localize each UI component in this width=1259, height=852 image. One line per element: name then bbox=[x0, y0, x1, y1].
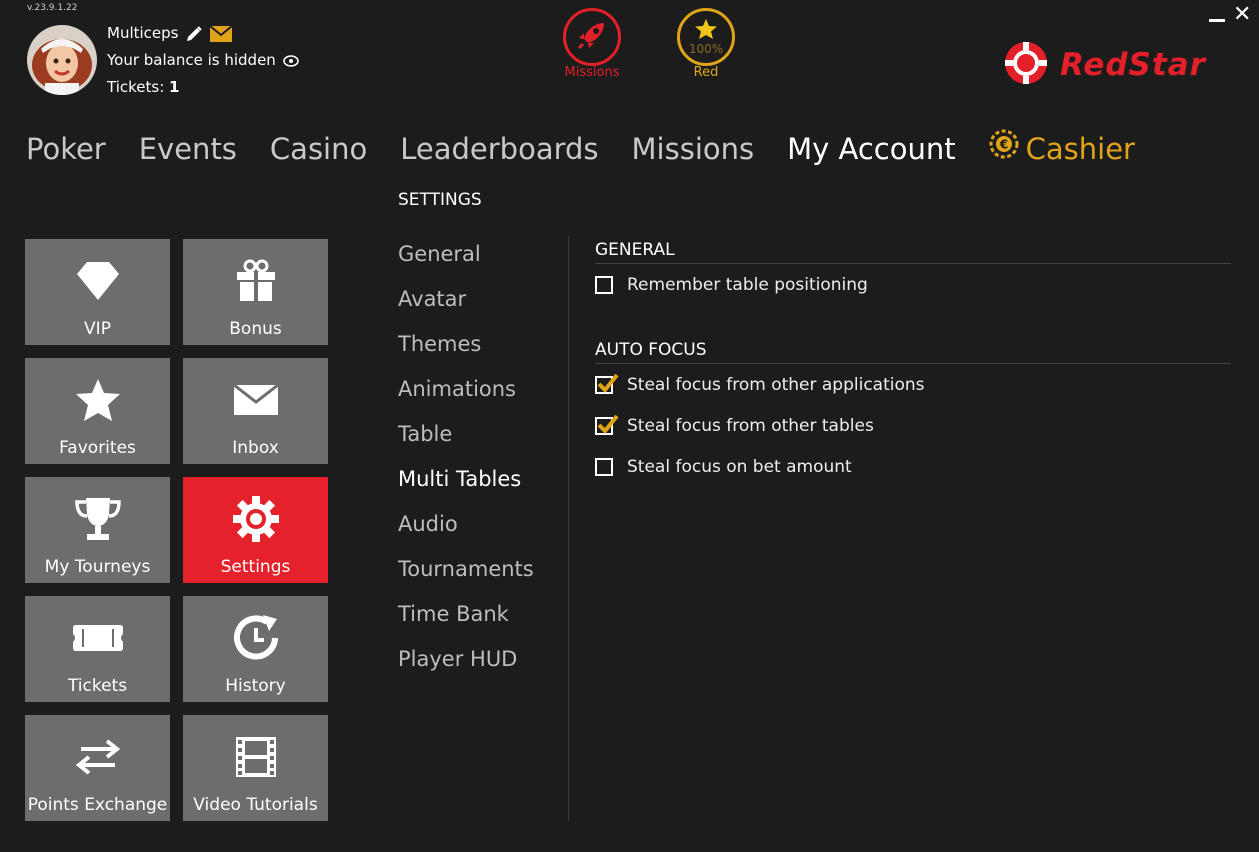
exchange-icon bbox=[25, 733, 170, 781]
tile-label: My Tourneys bbox=[44, 557, 151, 577]
tile-inbox[interactable]: Inbox bbox=[183, 358, 328, 464]
brand-name: RedStar bbox=[1060, 47, 1206, 83]
tickets-label: Tickets: bbox=[107, 78, 165, 96]
missions-badge[interactable]: Missions bbox=[560, 8, 624, 80]
settings-title: SETTINGS bbox=[398, 190, 482, 210]
tile-favorites[interactable]: Favorites bbox=[25, 358, 170, 464]
star-icon bbox=[25, 376, 170, 424]
version-label: v.23.9.1.22 bbox=[27, 3, 78, 13]
tile-bonus[interactable]: Bonus bbox=[183, 239, 328, 345]
username: Multiceps bbox=[107, 24, 179, 42]
tile-label: Inbox bbox=[232, 438, 279, 458]
tile-video-tutorials[interactable]: Video Tutorials bbox=[183, 715, 328, 821]
star-icon bbox=[694, 18, 718, 44]
option-label: Steal focus on bet amount bbox=[627, 456, 852, 477]
checkmark-icon bbox=[597, 414, 619, 434]
eye-icon[interactable] bbox=[283, 54, 299, 67]
option-steal-focus-other-tables[interactable]: Steal focus from other tables bbox=[595, 405, 1231, 446]
svg-text:€: € bbox=[998, 138, 1007, 152]
edit-pencil-icon[interactable] bbox=[185, 25, 203, 43]
red-progress: 100% bbox=[688, 42, 724, 56]
settings-menu-player-hud[interactable]: Player HUD bbox=[398, 641, 534, 686]
gear-icon bbox=[183, 495, 328, 543]
nav-my-account[interactable]: My Account bbox=[787, 129, 956, 169]
tile-history[interactable]: History bbox=[183, 596, 328, 702]
cashier-label: Cashier bbox=[1025, 132, 1135, 166]
option-steal-focus-other-applications[interactable]: Steal focus from other applications bbox=[595, 364, 1231, 405]
red-level-badge[interactable]: 100% Red bbox=[674, 8, 738, 80]
envelope-icon bbox=[183, 376, 328, 424]
nav-leaderboards[interactable]: Leaderboards bbox=[400, 129, 598, 169]
settings-menu-table[interactable]: Table bbox=[398, 416, 534, 461]
section-heading-general: GENERAL bbox=[595, 240, 1231, 264]
tile-points-exchange[interactable]: Points Exchange bbox=[25, 715, 170, 821]
vertical-divider bbox=[568, 236, 569, 821]
tile-settings[interactable]: Settings bbox=[183, 477, 328, 583]
settings-panel: GENERAL Remember table positioning AUTO … bbox=[595, 240, 1231, 487]
main-nav: Poker Events Casino Leaderboards Mission… bbox=[26, 129, 1168, 169]
tile-label: Bonus bbox=[229, 319, 282, 339]
nav-events[interactable]: Events bbox=[139, 129, 237, 169]
option-steal-focus-bet-amount[interactable]: Steal focus on bet amount bbox=[595, 446, 1231, 487]
checkbox-unchecked[interactable] bbox=[595, 275, 613, 294]
checkbox-checked[interactable] bbox=[595, 373, 619, 394]
minimize-button[interactable] bbox=[1208, 4, 1226, 26]
history-icon bbox=[183, 614, 328, 662]
ticket-icon bbox=[25, 614, 170, 662]
settings-menu-themes[interactable]: Themes bbox=[398, 326, 534, 371]
settings-menu-time-bank[interactable]: Time Bank bbox=[398, 596, 534, 641]
tile-my-tourneys[interactable]: My Tourneys bbox=[25, 477, 170, 583]
tile-label: VIP bbox=[84, 319, 111, 339]
mail-icon[interactable] bbox=[210, 25, 233, 42]
section-heading-auto-focus: AUTO FOCUS bbox=[595, 340, 1231, 364]
brand-logo: RedStar bbox=[1000, 40, 1206, 90]
checkbox-unchecked[interactable] bbox=[595, 457, 613, 476]
nav-poker[interactable]: Poker bbox=[26, 129, 106, 169]
option-label: Steal focus from other tables bbox=[627, 415, 874, 436]
option-remember-table-positioning[interactable]: Remember table positioning bbox=[595, 264, 1231, 305]
settings-menu-animations[interactable]: Animations bbox=[398, 371, 534, 416]
balance-text: Your balance is hidden bbox=[107, 51, 276, 69]
user-info: Multiceps Your balance is hidden Tickets… bbox=[107, 20, 299, 101]
option-label: Steal focus from other applications bbox=[627, 374, 925, 395]
avatar[interactable] bbox=[27, 25, 97, 95]
checkbox-checked[interactable] bbox=[595, 414, 619, 435]
film-icon bbox=[183, 733, 328, 781]
account-tiles: VIP Bonus Favorites Inbox My Tourneys Se… bbox=[25, 239, 328, 821]
settings-menu-tournaments[interactable]: Tournaments bbox=[398, 551, 534, 596]
close-button[interactable]: ✕ bbox=[1233, 4, 1251, 26]
euro-coin-icon: € bbox=[989, 129, 1019, 169]
settings-menu: General Avatar Themes Animations Table M… bbox=[398, 236, 534, 686]
option-label: Remember table positioning bbox=[627, 274, 868, 295]
tile-vip[interactable]: VIP bbox=[25, 239, 170, 345]
poker-chip-icon bbox=[1000, 40, 1052, 90]
settings-menu-multi-tables[interactable]: Multi Tables bbox=[398, 461, 534, 506]
nav-missions[interactable]: Missions bbox=[632, 129, 755, 169]
tile-label: Settings bbox=[220, 557, 291, 577]
tile-tickets[interactable]: Tickets bbox=[25, 596, 170, 702]
tile-label: Points Exchange bbox=[27, 795, 168, 815]
gift-icon bbox=[183, 257, 328, 305]
diamond-icon bbox=[25, 257, 170, 305]
tile-label: Video Tutorials bbox=[193, 795, 318, 815]
trophy-icon bbox=[25, 495, 170, 543]
tile-label: Tickets bbox=[67, 676, 128, 696]
rocket-icon bbox=[574, 17, 610, 57]
tile-label: Favorites bbox=[59, 438, 136, 458]
settings-menu-audio[interactable]: Audio bbox=[398, 506, 534, 551]
checkmark-icon bbox=[597, 373, 619, 393]
tickets-count: 1 bbox=[169, 78, 180, 96]
settings-menu-general[interactable]: General bbox=[398, 236, 534, 281]
nav-cashier[interactable]: € Cashier bbox=[989, 129, 1135, 169]
tile-label: History bbox=[225, 676, 286, 696]
red-badge-label: Red bbox=[693, 65, 719, 80]
settings-menu-avatar[interactable]: Avatar bbox=[398, 281, 534, 326]
missions-badge-label: Missions bbox=[564, 65, 620, 80]
nav-casino[interactable]: Casino bbox=[270, 129, 367, 169]
